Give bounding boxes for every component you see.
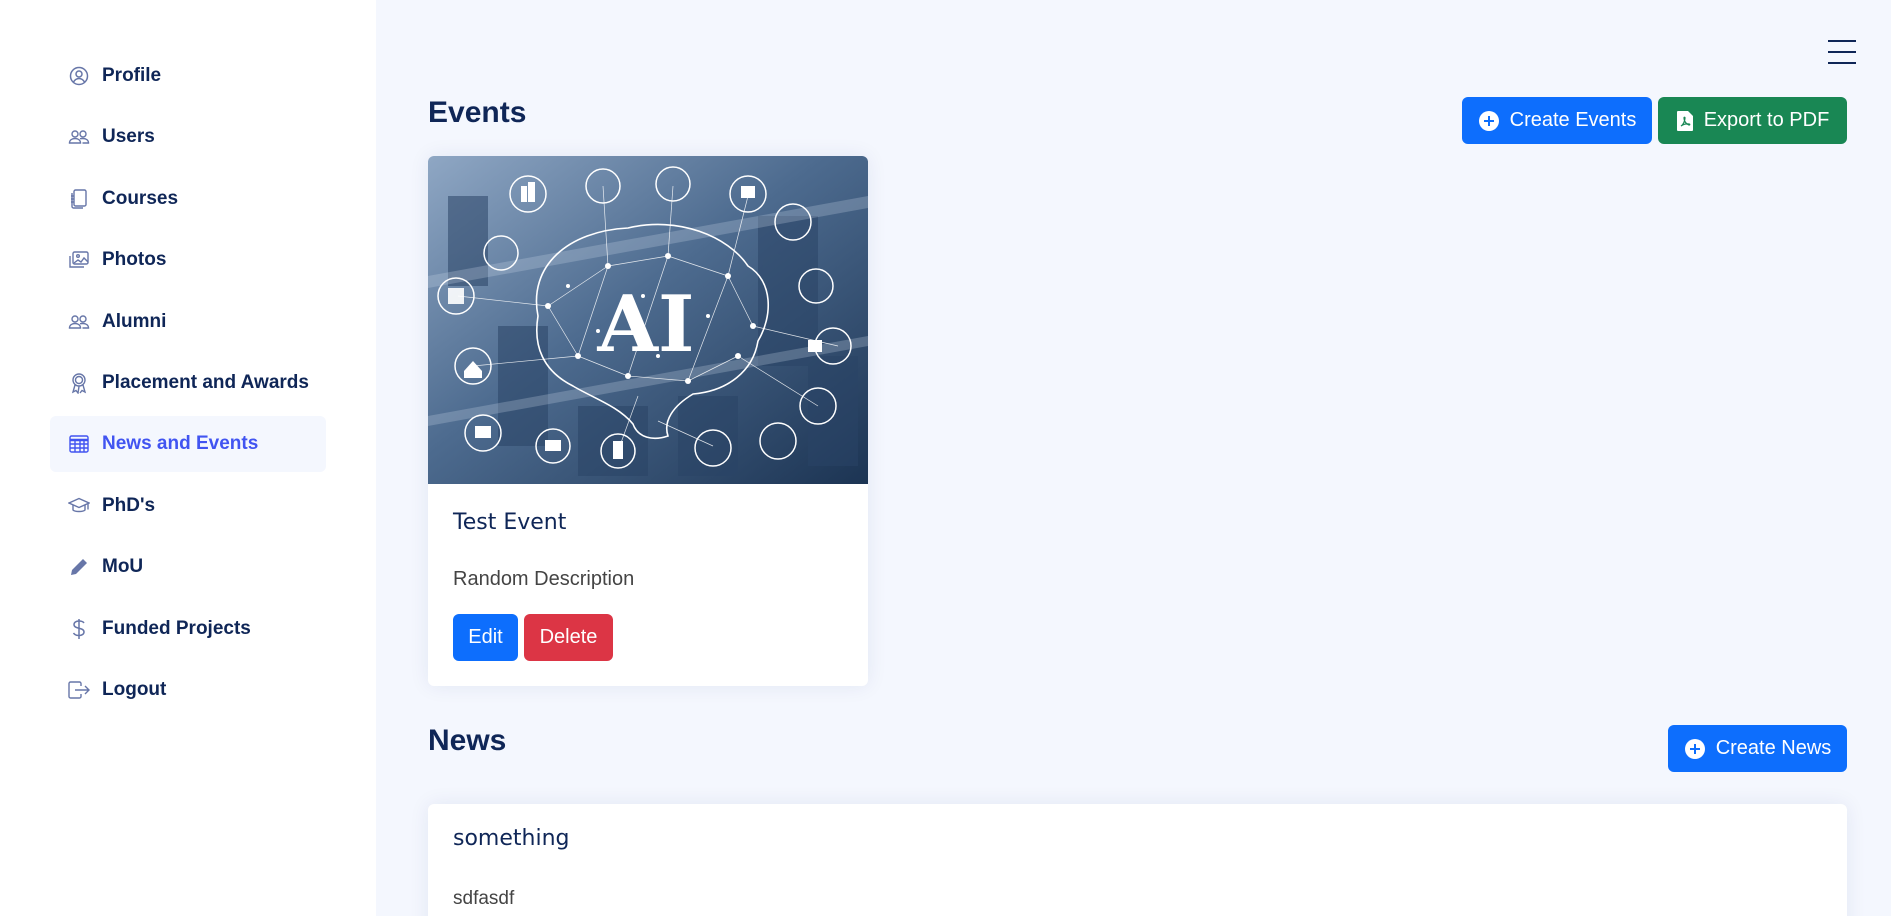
images-icon: [68, 249, 90, 271]
sidebar: Profile Users Courses Photos Alumni Plac…: [0, 0, 376, 916]
sidebar-item-label: Photos: [102, 249, 167, 271]
sidebar-item-label: Alumni: [102, 310, 167, 332]
sidebar-item-label: PhD's: [102, 494, 156, 516]
sidebar-item-logout[interactable]: Logout: [50, 662, 326, 718]
people-icon: [68, 126, 90, 148]
sidebar-item-profile[interactable]: Profile: [50, 48, 326, 104]
file-pdf-icon: [1676, 110, 1694, 132]
sidebar-item-label: MoU: [102, 556, 144, 578]
sidebar-item-phds[interactable]: PhD's: [50, 478, 326, 534]
ai-logo-text: AI: [596, 279, 694, 370]
people-icon: [68, 311, 90, 333]
delete-button-label: Delete: [539, 626, 598, 648]
export-pdf-label: Export to PDF: [1703, 109, 1830, 131]
award-icon: [68, 372, 90, 394]
sidebar-item-label: Courses: [102, 187, 179, 209]
create-news-label: Create News: [1715, 737, 1832, 759]
person-circle-icon: [68, 65, 90, 87]
edit-event-button[interactable]: Edit: [453, 614, 518, 661]
plus-circle-icon: [1478, 110, 1500, 132]
export-pdf-button[interactable]: Export to PDF: [1658, 97, 1847, 144]
sidebar-item-label: Logout: [102, 678, 167, 700]
box-arrow-right-icon: [68, 679, 90, 701]
dollar-icon: [68, 618, 90, 640]
create-events-label: Create Events: [1509, 109, 1637, 131]
sidebar-item-news-and-events[interactable]: News and Events: [50, 416, 326, 473]
news-card-description: sdfasdf: [453, 888, 515, 909]
sidebar-nav: Profile Users Courses Photos Alumni Plac…: [50, 48, 326, 723]
event-card: AI Test Event Random Description Edit De…: [428, 156, 868, 686]
sidebar-item-photos[interactable]: Photos: [50, 232, 326, 288]
events-section-title: Events: [428, 96, 527, 129]
news-card-title: something: [453, 826, 570, 851]
sidebar-item-alumni[interactable]: Alumni: [50, 294, 326, 350]
delete-event-button[interactable]: Delete: [524, 614, 613, 661]
plus-circle-icon: [1684, 738, 1706, 760]
event-card-description: Random Description: [453, 568, 635, 590]
sidebar-item-funded-projects[interactable]: Funded Projects: [50, 601, 326, 657]
sidebar-item-label: Funded Projects: [102, 617, 251, 639]
sidebar-item-users[interactable]: Users: [50, 109, 326, 165]
pen-icon: [68, 556, 90, 578]
menu-toggle-icon[interactable]: [1828, 40, 1856, 66]
sidebar-item-label: News and Events: [102, 433, 259, 455]
sidebar-item-label: Profile: [102, 65, 162, 86]
journals-icon: [68, 188, 90, 210]
sidebar-item-courses[interactable]: Courses: [50, 171, 326, 227]
event-image: AI: [428, 156, 868, 484]
event-card-title: Test Event: [453, 510, 567, 535]
create-events-button[interactable]: Create Events: [1462, 97, 1652, 144]
sidebar-item-label: Placement and Awards: [102, 371, 309, 393]
sidebar-item-label: Users: [102, 126, 155, 148]
edit-button-label: Edit: [468, 626, 503, 648]
sidebar-item-mou[interactable]: MoU: [50, 539, 326, 595]
news-section-title: News: [428, 724, 507, 757]
sidebar-item-placement-and-awards[interactable]: Placement and Awards: [50, 355, 326, 411]
mortarboard-icon: [68, 495, 90, 517]
create-news-button[interactable]: Create News: [1668, 725, 1847, 772]
news-card: something sdfasdf: [428, 804, 1847, 916]
calendar-table-icon: [68, 433, 90, 455]
